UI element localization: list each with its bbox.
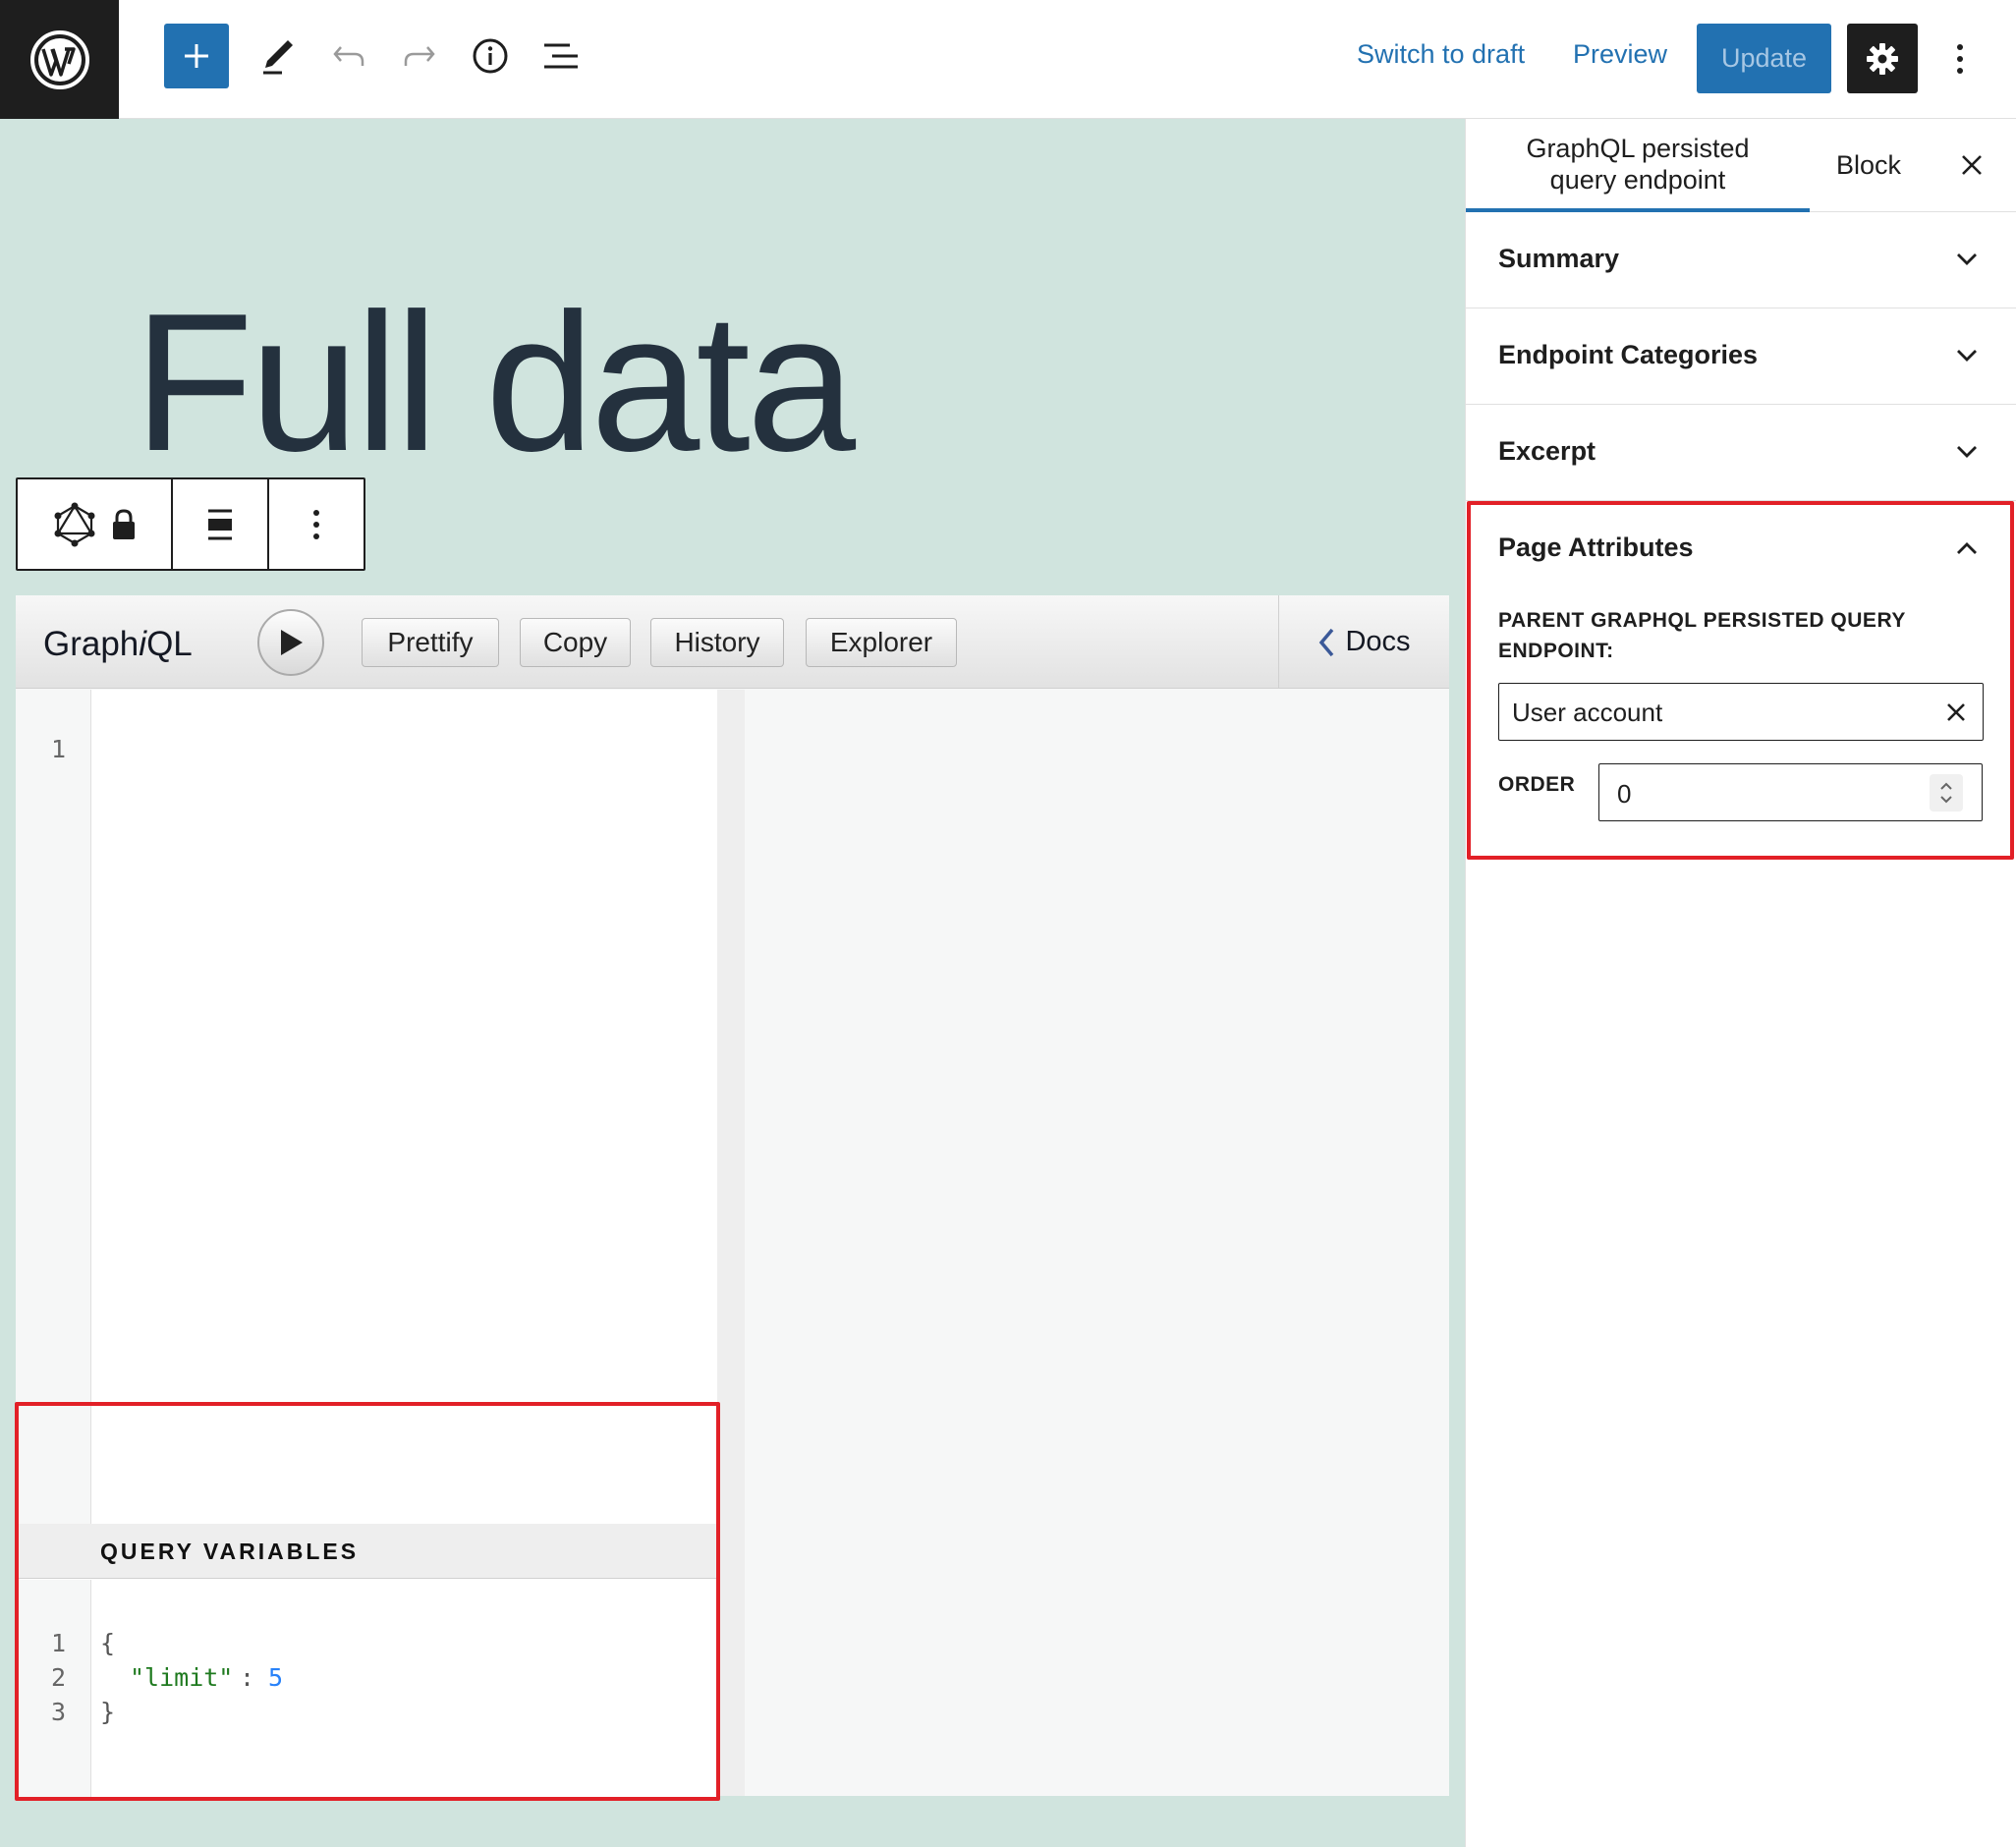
line-number: 2	[51, 1663, 67, 1692]
vertical-ellipsis-icon	[1957, 44, 1963, 74]
editor-header: Switch to draft Preview Update	[0, 0, 2016, 119]
chevron-up-icon	[1947, 529, 1987, 568]
list-view-icon	[544, 43, 578, 69]
parent-endpoint-label-line1: PARENT GRAPHQL PERSISTED QUERY	[1498, 609, 1906, 632]
lock-icon	[113, 508, 135, 539]
undo-icon	[333, 46, 364, 66]
plus-icon	[185, 44, 208, 68]
graphiql-title-italic: i	[139, 625, 147, 663]
execute-query-button[interactable]	[257, 609, 324, 676]
switch-to-draft-button[interactable]: Switch to draft	[1357, 39, 1525, 70]
panel-categories-title: Endpoint Categories	[1498, 340, 1759, 369]
history-button[interactable]: History	[650, 618, 784, 667]
settings-sidebar: GraphQL persisted query endpoint Block Su…	[1465, 119, 2016, 1847]
panel-summary-title: Summary	[1498, 244, 1620, 273]
gear-icon	[1867, 42, 1898, 75]
align-icon	[208, 509, 232, 539]
post-title[interactable]: Full data	[134, 285, 856, 481]
docs-label: Docs	[1345, 626, 1411, 657]
line-number: 3	[51, 1698, 67, 1726]
explorer-button[interactable]: Explorer	[806, 618, 957, 667]
graphiql-title-prefix: Graph	[43, 625, 140, 663]
graphiql-title: GraphiQL	[43, 625, 193, 664]
parent-endpoint-label: PARENT GRAPHQL PERSISTED QUERY ENDPOINT:	[1498, 605, 1906, 666]
docs-button[interactable]: Docs	[1278, 595, 1449, 689]
close-icon	[1962, 155, 1982, 175]
tools-button[interactable]	[246, 24, 310, 88]
block-toolbar	[16, 477, 365, 571]
undo-button[interactable]	[316, 24, 381, 88]
panel-endpoint-categories[interactable]: Endpoint Categories	[1466, 308, 2016, 405]
tab-document[interactable]: GraphQL persisted query endpoint	[1466, 119, 1810, 212]
tab-document-label-line2: query endpoint	[1549, 164, 1726, 195]
pane-divider[interactable]	[717, 690, 745, 1796]
order-stepper-icon[interactable]	[1930, 774, 1963, 812]
order-input[interactable]: 0	[1598, 763, 1983, 821]
vertical-ellipsis-icon	[313, 509, 319, 539]
panel-excerpt-title: Excerpt	[1498, 436, 1596, 466]
redo-button[interactable]	[387, 24, 452, 88]
prettify-button[interactable]: Prettify	[362, 618, 499, 667]
graphiql-editor: GraphiQL Prettify Copy History Explorer …	[16, 595, 1449, 1800]
graphiql-toolbar: GraphiQL Prettify Copy History Explorer …	[16, 595, 1449, 689]
align-button[interactable]	[173, 479, 269, 569]
result-pane	[745, 690, 1449, 1796]
clear-parent-button[interactable]	[1939, 696, 1973, 729]
chevron-down-icon	[1947, 240, 1987, 279]
parent-endpoint-select[interactable]: User account	[1498, 683, 1984, 741]
tab-block[interactable]: Block	[1820, 119, 1918, 212]
line-number: 1	[51, 735, 67, 763]
code-colon: :	[240, 1663, 255, 1692]
options-button[interactable]	[1940, 29, 1980, 88]
play-icon	[281, 630, 303, 655]
wordpress-logo-icon[interactable]	[0, 0, 119, 119]
code-close-brace: }	[100, 1698, 116, 1726]
code-open-brace: {	[100, 1629, 116, 1657]
line-number: 1	[51, 1629, 67, 1657]
close-icon	[1947, 703, 1965, 721]
copy-button[interactable]: Copy	[520, 618, 631, 667]
parent-endpoint-label-line2: ENDPOINT:	[1498, 640, 1614, 662]
info-icon	[473, 38, 508, 74]
tab-document-label-line1: GraphQL persisted	[1526, 133, 1750, 163]
panel-attributes-title: Page Attributes	[1498, 532, 1694, 562]
panel-summary[interactable]: Summary	[1466, 212, 2016, 308]
graphql-icon	[54, 502, 95, 546]
list-view-button[interactable]	[529, 24, 593, 88]
query-variables-header[interactable]: QUERY VARIABLES	[16, 1524, 717, 1579]
update-button[interactable]: Update	[1697, 24, 1831, 93]
query-variables-pane: QUERY VARIABLES 1 2 3 { "limit" : 5 }	[16, 1524, 717, 1800]
parent-endpoint-value: User account	[1512, 698, 1663, 727]
redo-icon	[404, 46, 435, 66]
variables-gutter: 1 2 3	[16, 1580, 91, 1800]
details-button[interactable]	[458, 24, 523, 88]
query-variables-title: QUERY VARIABLES	[100, 1539, 360, 1564]
block-options-button[interactable]	[269, 479, 364, 569]
add-block-button[interactable]	[164, 24, 229, 88]
code-key: "limit"	[130, 1663, 234, 1692]
close-sidebar-button[interactable]	[1947, 140, 1996, 190]
tab-document-label: GraphQL persisted query endpoint	[1526, 133, 1749, 196]
panel-excerpt[interactable]: Excerpt	[1466, 405, 2016, 501]
graphiql-title-suffix: QL	[146, 625, 193, 663]
chevron-down-icon	[1947, 336, 1987, 375]
order-value: 0	[1617, 779, 1632, 809]
order-label: ORDER	[1498, 773, 1576, 796]
code-value: 5	[268, 1663, 284, 1692]
editor-canvas: Full data GraphiQL Prettify Copy History…	[0, 119, 1465, 1847]
block-type-group[interactable]	[18, 479, 173, 569]
chevron-down-icon	[1947, 432, 1987, 472]
sidebar-tabs: GraphQL persisted query endpoint Block	[1466, 119, 2016, 212]
settings-button[interactable]	[1847, 24, 1918, 93]
preview-button[interactable]: Preview	[1573, 39, 1667, 70]
pencil-icon	[263, 40, 293, 75]
chevron-left-icon	[1319, 628, 1334, 656]
